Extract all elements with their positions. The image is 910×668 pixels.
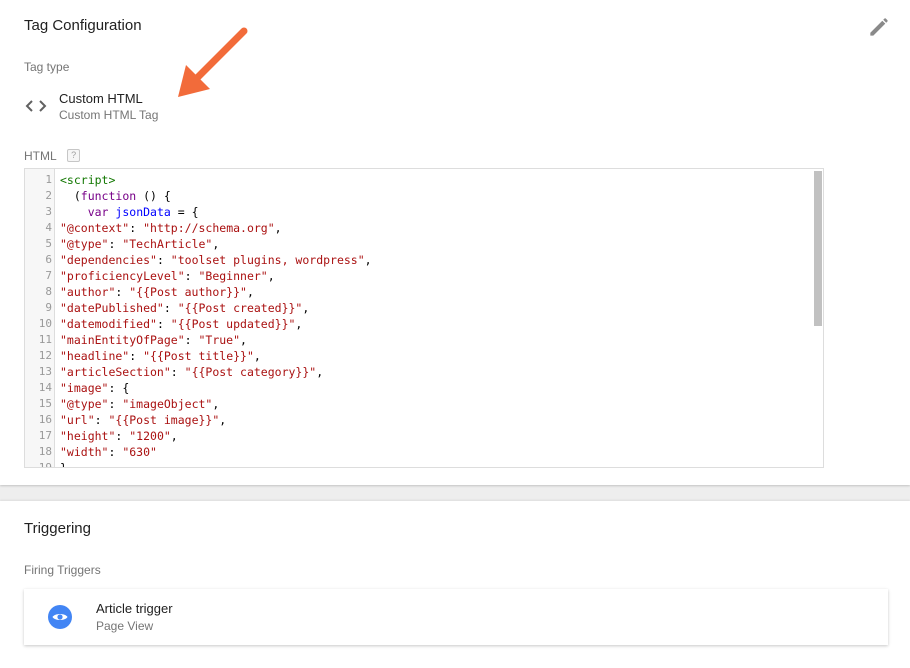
code-line: 9 "datePublished": "{{Post created}}", [25,300,815,316]
code-text: (function () { [60,189,171,203]
line-number: 8 [45,285,52,298]
code-text: var jsonData = { [87,205,199,219]
code-lines: 1 <script> 2 (function () {3 var jsonData … [25,172,815,468]
pencil-icon [870,18,888,36]
firing-triggers-label: Firing Triggers [24,563,101,577]
code-line: 16 "url": "{{Post image}}", [25,412,815,428]
code-line: 17 "height": "1200", [25,428,815,444]
code-text: }, [60,461,74,468]
code-line: 11 "mainEntityOfPage": "True", [25,332,815,348]
code-text: "datemodified": "{{Post updated}}", [60,317,303,331]
code-text: "mainEntityOfPage": "True", [60,333,247,347]
line-number: 9 [45,301,52,314]
code-line: 4 "@context": "http://schema.org", [25,220,815,236]
code-line: 3 var jsonData = { [25,204,815,220]
code-text: "datePublished": "{{Post created}}", [60,301,310,315]
code-text: "author": "{{Post author}}", [60,285,254,299]
code-line: 10 "datemodified": "{{Post updated}}", [25,316,815,332]
help-icon[interactable]: ? [67,149,81,163]
code-line: 14 "image": { [25,380,815,396]
triggering-title: Triggering [24,520,91,537]
html-code-editor[interactable]: 1 <script> 2 (function () {3 var jsonData … [24,168,824,468]
line-number: 12 [38,349,52,362]
code-line: 13 "articleSection": "{{Post category}}", [25,364,815,380]
line-number: 1 [45,173,52,186]
code-line: 15 "@type": "imageObject", [25,396,815,412]
code-text: "headline": "{{Post title}}", [60,349,261,363]
code-text: "height": "1200", [60,429,178,443]
line-number: 11 [38,333,52,346]
line-number: 2 [45,189,52,202]
code-text: "width": "630" [60,445,157,459]
code-text: "@context": "http://schema.org", [60,221,282,235]
code-text: <script> [60,173,116,187]
edit-button[interactable] [866,14,892,40]
code-line: 6 "dependencies": "toolset plugins, wordp… [25,252,815,268]
code-line: 18 "width": "630" [25,444,815,460]
tag-type-selector[interactable]: Custom HTML Custom HTML Tag [24,86,224,126]
editor-scrollbar[interactable] [813,169,823,467]
line-number: 3 [45,205,52,218]
line-number: 19 [38,461,52,468]
tag-configuration-card: Tag Configuration Tag type Custom HTML C… [0,0,910,485]
code-text: "dependencies": "toolset plugins, wordpr… [60,253,372,267]
code-line: 1 <script> [25,172,815,188]
line-number: 18 [38,445,52,458]
code-line: 7 "proficiencyLevel": "Beginner", [25,268,815,284]
line-number: 13 [38,365,52,378]
code-line: 5 "@type": "TechArticle", [25,236,815,252]
code-text: "proficiencyLevel": "Beginner", [60,269,275,283]
line-number: 5 [45,237,52,250]
tag-configuration-title: Tag Configuration [24,17,142,34]
triggering-card: Triggering Firing Triggers Article trigg… [0,501,910,668]
eye-icon [48,605,72,629]
scrollbar-thumb[interactable] [814,171,822,326]
trigger-name: Article trigger [96,601,173,616]
tag-type-name: Custom HTML [59,91,143,106]
code-text: "url": "{{Post image}}", [60,413,227,427]
line-number: 16 [38,413,52,426]
line-number: 15 [38,397,52,410]
code-text: "image": { [60,381,130,395]
code-brackets-icon [24,96,48,116]
line-number: 4 [45,221,52,234]
code-line: 19}, [25,460,815,468]
code-line: 12 "headline": "{{Post title}}", [25,348,815,364]
html-field-label: HTML [24,148,57,163]
trigger-type: Page View [96,619,154,633]
code-line: 8 "author": "{{Post author}}", [25,284,815,300]
code-text: "articleSection": "{{Post category}}", [60,365,324,379]
line-number: 14 [38,381,52,394]
tag-type-label: Tag type [24,60,70,74]
line-number: 7 [45,269,52,282]
code-line: 2 (function () { [25,188,815,204]
html-field-label-row: HTML ? [24,147,81,163]
line-number: 10 [38,317,52,330]
tag-type-description: Custom HTML Tag [59,108,159,122]
trigger-item[interactable]: Article trigger Page View [24,589,888,645]
code-text: "@type": "imageObject", [60,397,220,411]
line-number: 6 [45,253,52,266]
line-number: 17 [38,429,52,442]
code-text: "@type": "TechArticle", [60,237,220,251]
